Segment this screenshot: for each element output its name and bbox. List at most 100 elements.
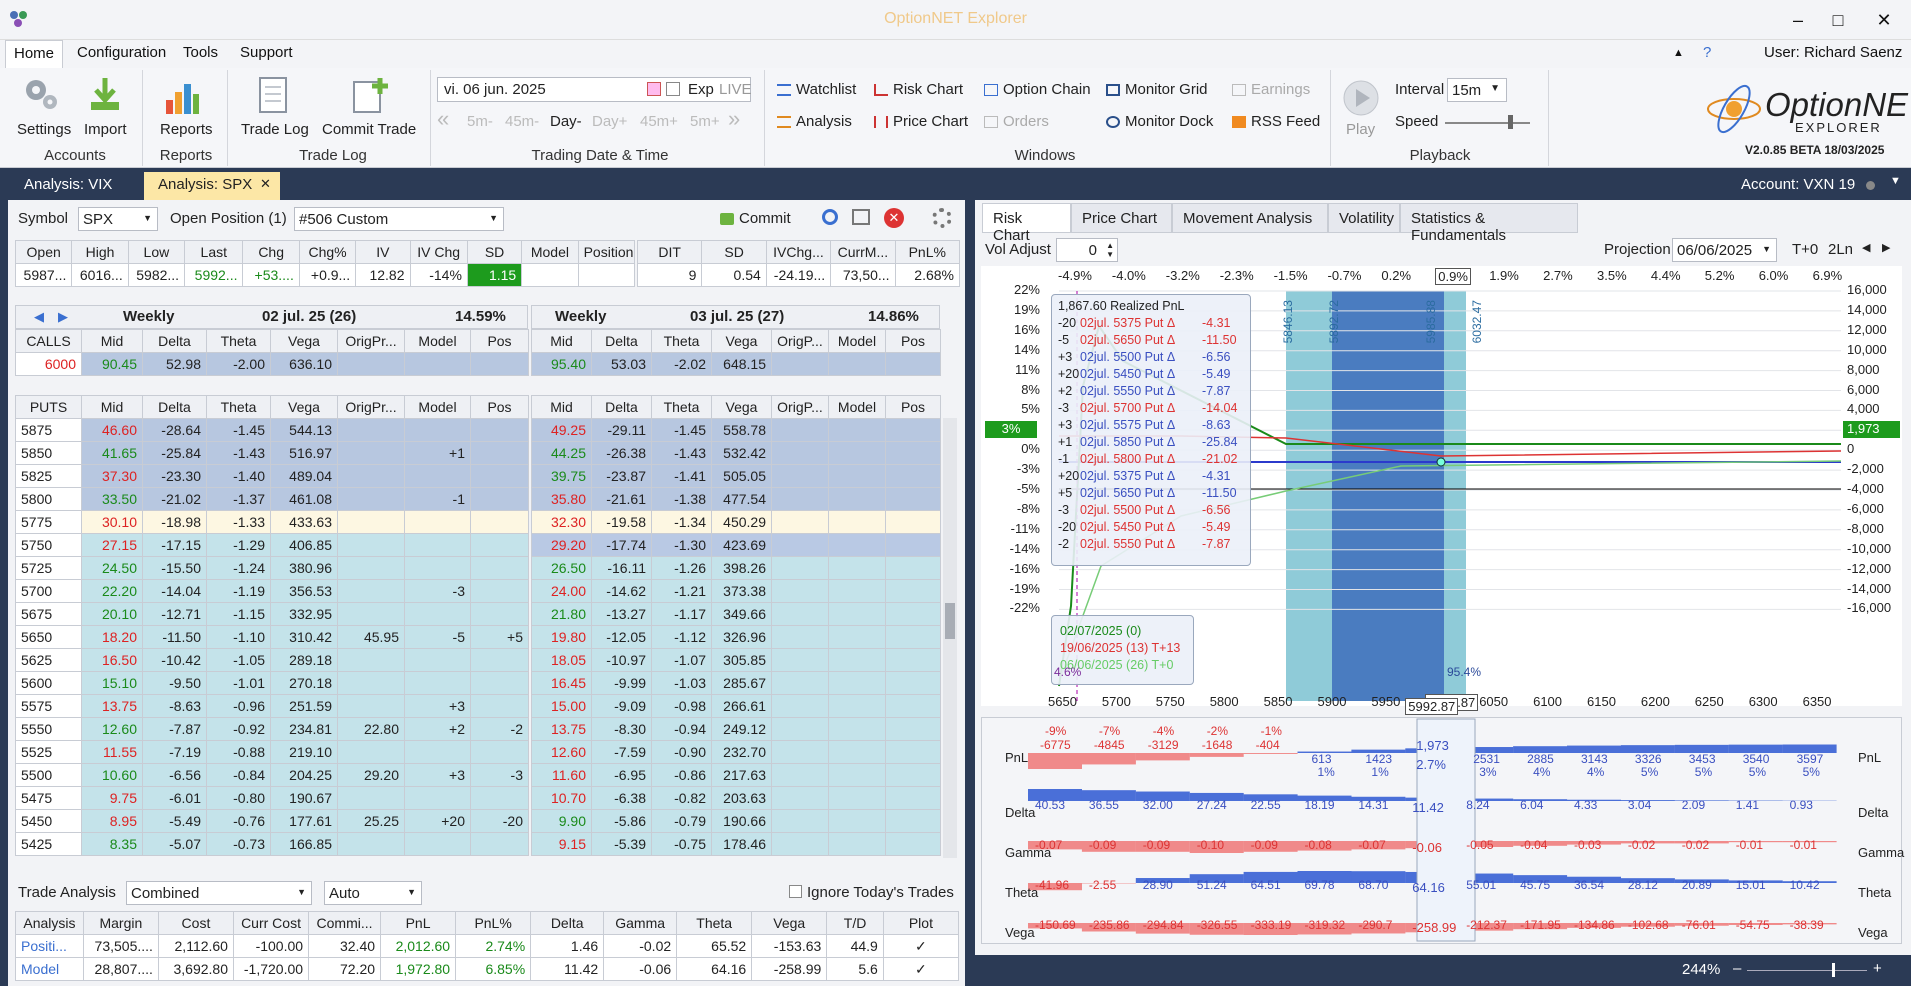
- chain-column-header[interactable]: Pos: [885, 329, 941, 353]
- option-chain-button[interactable]: Option Chain: [984, 81, 1091, 98]
- tab-movement-analysis[interactable]: Movement Analysis: [1172, 203, 1328, 233]
- date-input[interactable]: vi. 06 jun. 2025 Exp LIVE: [437, 77, 752, 102]
- symbol-select[interactable]: SPX ▼: [78, 207, 158, 231]
- put-row[interactable]: 9.90 -5.86 -0.79 190.66: [531, 809, 941, 833]
- position-header[interactable]: CurrM...: [830, 240, 896, 264]
- tab-volatility[interactable]: Volatility: [1328, 203, 1400, 233]
- put-row[interactable]: 18.05 -10.97 -1.07 305.85: [531, 648, 941, 672]
- zoom-in-button[interactable]: +: [1873, 960, 1882, 977]
- put-row[interactable]: 24.00 -14.62 -1.21 373.38: [531, 579, 941, 603]
- put-row[interactable]: 5825 37.30 -23.30 -1.40 489.04: [15, 464, 529, 488]
- import-icon[interactable]: [88, 76, 122, 116]
- trade-row[interactable]: Model 28,807.... 3,692.80 -1,720.00 72.20 1,9…: [15, 957, 960, 981]
- put-row[interactable]: 5700 22.20 -14.04 -1.19 356.53 -3: [15, 579, 529, 603]
- chain-column-header[interactable]: Model: [404, 329, 471, 353]
- position-header[interactable]: SD: [701, 240, 767, 264]
- quote-header[interactable]: IV: [355, 240, 411, 264]
- chain-column-header[interactable]: OrigPr...: [337, 329, 405, 353]
- plot-checkbox[interactable]: ✓: [882, 957, 960, 981]
- trade-column-header[interactable]: Theta: [676, 911, 753, 935]
- call-row[interactable]: 6000 90.45 52.98 -2.00 636.10: [15, 352, 529, 376]
- chain-column-header[interactable]: Pos: [470, 395, 529, 419]
- menu-support[interactable]: Support: [240, 44, 293, 61]
- chain-column-header[interactable]: Model: [828, 395, 886, 419]
- chain-column-header[interactable]: OrigP...: [771, 395, 829, 419]
- puts-scrollbar[interactable]: [943, 418, 957, 858]
- put-row[interactable]: 5775 30.10 -18.98 -1.33 433.63: [15, 510, 529, 534]
- put-row[interactable]: 5600 15.10 -9.50 -1.01 270.18: [15, 671, 529, 695]
- put-row[interactable]: 5875 46.60 -28.64 -1.45 544.13: [15, 418, 529, 442]
- chain-column-header[interactable]: OrigP...: [771, 329, 829, 353]
- position-header[interactable]: IVChg...: [765, 240, 832, 264]
- put-row[interactable]: 5750 27.15 -17.15 -1.29 406.85: [15, 533, 529, 557]
- step-5m-back[interactable]: 5m-: [467, 113, 493, 130]
- play-icon[interactable]: [1342, 79, 1380, 117]
- commit-trade-icon[interactable]: [352, 76, 390, 116]
- tab-price-chart[interactable]: Price Chart: [1071, 203, 1172, 233]
- put-row[interactable]: 5650 18.20 -11.50 -1.10 310.42 45.95 -5 +5: [15, 625, 529, 649]
- put-row[interactable]: 16.45 -9.99 -1.03 285.67: [531, 671, 941, 695]
- risk-chart-button[interactable]: Risk Chart: [874, 81, 963, 98]
- settings-button[interactable]: Settings: [17, 121, 71, 138]
- trade-column-header[interactable]: Delta: [530, 911, 605, 935]
- tab-close-icon[interactable]: ✕: [260, 176, 271, 192]
- chain-column-header[interactable]: Model: [404, 395, 471, 419]
- quote-header[interactable]: Model: [521, 240, 579, 264]
- trade-cell[interactable]: Positi...: [15, 934, 84, 958]
- trade-column-header[interactable]: Plot: [882, 911, 960, 935]
- auto-select[interactable]: Auto ▼: [324, 881, 422, 905]
- commit-button[interactable]: Commit: [720, 210, 791, 227]
- exp-label[interactable]: Exp: [688, 81, 714, 98]
- chain-column-header[interactable]: Vega: [270, 395, 338, 419]
- watchlist-button[interactable]: Watchlist: [777, 81, 856, 98]
- put-row[interactable]: 44.25 -26.38 -1.43 532.42: [531, 441, 941, 465]
- put-row[interactable]: 5625 16.50 -10.42 -1.05 289.18: [15, 648, 529, 672]
- put-row[interactable]: 26.50 -16.11 -1.26 398.26: [531, 556, 941, 580]
- zoom-slider[interactable]: [1747, 970, 1867, 971]
- put-row[interactable]: 12.60 -7.59 -0.90 232.70: [531, 740, 941, 764]
- tab-analysis-spx[interactable]: Analysis: SPX ✕: [144, 172, 280, 200]
- put-row[interactable]: 32.30 -19.58 -1.34 450.29: [531, 510, 941, 534]
- tab-risk-chart[interactable]: Risk Chart: [982, 203, 1071, 244]
- exp-icon[interactable]: [666, 82, 680, 96]
- chain-column-header[interactable]: Theta: [651, 329, 712, 353]
- step-45m-back[interactable]: 45m-: [505, 113, 539, 130]
- prev-expiry-icon[interactable]: ◀: [34, 309, 44, 325]
- put-row[interactable]: 5675 20.10 -12.71 -1.15 332.95: [15, 602, 529, 626]
- calendar-icon[interactable]: [647, 82, 661, 96]
- minimize-button[interactable]: –: [1780, 6, 1816, 34]
- trade-column-header[interactable]: T/D: [826, 911, 884, 935]
- chain-column-header[interactable]: Vega: [711, 395, 772, 419]
- settings-icon[interactable]: [22, 74, 60, 114]
- put-row[interactable]: 5425 8.35 -5.07 -0.73 166.85: [15, 832, 529, 856]
- chain-column-header[interactable]: Mid: [81, 329, 143, 353]
- trade-column-header[interactable]: Cost: [157, 911, 234, 935]
- step-5m-forward[interactable]: 5m+: [690, 113, 720, 130]
- interval-select[interactable]: 15m ▼: [1447, 78, 1507, 102]
- chain-column-header[interactable]: Delta: [142, 329, 207, 353]
- trade-mode-select[interactable]: Combined ▼: [126, 881, 312, 905]
- put-row[interactable]: 5575 13.75 -8.63 -0.96 251.59 +3: [15, 694, 529, 718]
- quote-header[interactable]: Open: [14, 240, 73, 264]
- prev-date-icon[interactable]: ◀: [1862, 241, 1870, 254]
- trade-column-header[interactable]: PnL%: [455, 911, 532, 935]
- put-row[interactable]: 5450 8.95 -5.49 -0.76 177.61 25.25 +20 -20: [15, 809, 529, 833]
- chain-column-header[interactable]: Mid: [81, 395, 143, 419]
- put-row[interactable]: 49.25 -29.11 -1.45 558.78: [531, 418, 941, 442]
- put-row[interactable]: 5550 12.60 -7.87 -0.92 234.81 22.80 +2 -2: [15, 717, 529, 741]
- earnings-button[interactable]: Earnings: [1232, 81, 1310, 98]
- quote-header[interactable]: IV Chg: [409, 240, 468, 264]
- chain-column-header[interactable]: Pos: [885, 395, 941, 419]
- chain-column-header[interactable]: Delta: [142, 395, 207, 419]
- trade-column-header[interactable]: PnL: [380, 911, 457, 935]
- position-header[interactable]: DIT: [636, 240, 703, 264]
- search-icon[interactable]: [822, 209, 838, 225]
- vol-adjust-input[interactable]: 0 ▲ ▼: [1056, 238, 1118, 262]
- reports-button[interactable]: Reports: [160, 121, 213, 138]
- step-forward-icon[interactable]: »: [728, 108, 740, 130]
- quote-header[interactable]: High: [71, 240, 129, 264]
- put-row[interactable]: 11.60 -6.95 -0.86 217.63: [531, 763, 941, 787]
- help-icon[interactable]: ?: [1703, 44, 1711, 61]
- orders-button[interactable]: Orders: [984, 113, 1049, 130]
- ribbon-collapse-icon[interactable]: ▲: [1673, 47, 1684, 59]
